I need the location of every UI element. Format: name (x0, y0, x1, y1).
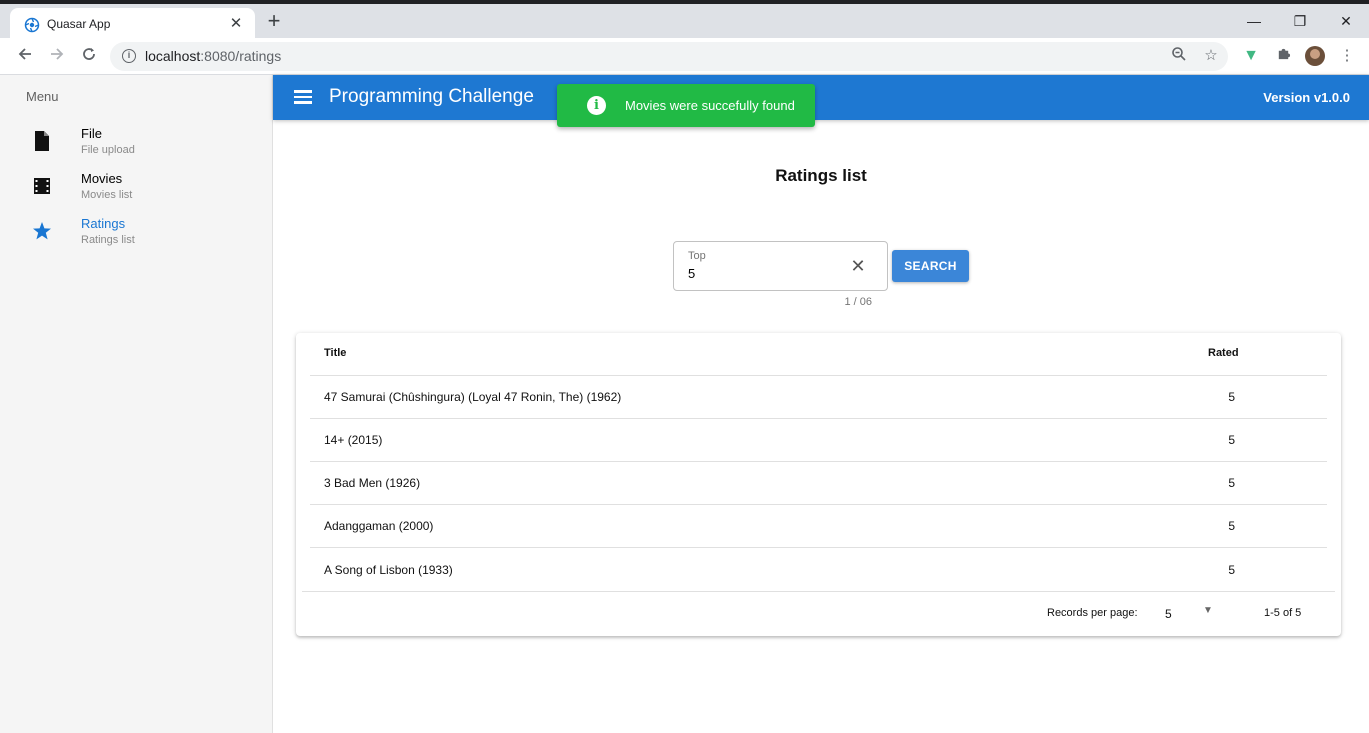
close-window-button[interactable]: ✕ (1323, 8, 1369, 34)
drawer-item-label: Ratings (81, 216, 126, 231)
drawer-item-caption: Movies list (81, 189, 133, 201)
cell-title: 3 Bad Men (1926) (324, 476, 421, 490)
drawer-item-movies[interactable]: Movies Movies list (0, 165, 272, 210)
browser-tab-title: Quasar App (47, 17, 111, 31)
zoom-icon[interactable] (1169, 46, 1189, 66)
quasar-logo-icon (24, 17, 40, 33)
table-footer: Records per page: 5 ▼ 1-5 of 5 (302, 591, 1335, 636)
page-title: Ratings list (775, 166, 867, 185)
table-row[interactable]: 3 Bad Men (1926) 5 (310, 461, 1327, 504)
cell-title: Adanggaman (2000) (324, 519, 434, 533)
cell-title: 47 Samurai (Chûshingura) (Loyal 47 Ronin… (324, 390, 622, 404)
browser-tab-bar: Quasar App ✕ + — ❐ ✕ (0, 0, 1369, 42)
app-header: Programming Challenge Version v1.0.0 (273, 75, 1369, 120)
cell-title: 14+ (2015) (324, 433, 383, 447)
drawer-header: Menu (26, 89, 59, 104)
address-bar[interactable]: i localhost:8080/ratings ☆ (110, 42, 1228, 71)
info-icon: i (587, 96, 606, 115)
close-tab-icon[interactable]: ✕ (225, 13, 247, 35)
vue-devtools-icon[interactable]: ▼ (1241, 46, 1261, 66)
ratings-table: Title Rated 47 Samurai (Chûshingura) (Lo… (296, 333, 1341, 636)
top-field[interactable]: Top ✕ (673, 241, 888, 291)
table-row[interactable]: 14+ (2015) 5 (310, 418, 1327, 461)
column-header-title[interactable]: Title (324, 347, 346, 359)
cell-rated: 5 (1228, 476, 1235, 490)
site-info-icon[interactable]: i (122, 49, 136, 63)
pagination-range: 1-5 of 5 (1264, 607, 1302, 619)
menu-icon[interactable] (294, 90, 312, 104)
browser-tab[interactable]: Quasar App ✕ (10, 8, 255, 42)
drawer-item-caption: File upload (81, 144, 135, 156)
forward-arrow-icon[interactable] (45, 44, 69, 68)
success-notification: i Movies were succefully found (557, 84, 815, 127)
search-button[interactable]: SEARCH (892, 250, 969, 282)
drawer-item-label: File (81, 126, 102, 141)
extensions-puzzle-icon[interactable] (1273, 46, 1293, 66)
column-header-rated[interactable]: Rated (1208, 347, 1239, 359)
cell-rated: 5 (1228, 390, 1235, 404)
app-version: Version v1.0.0 (1263, 90, 1350, 105)
cell-title: A Song of Lisbon (1933) (324, 563, 453, 577)
chevron-down-icon[interactable]: ▼ (1203, 605, 1213, 616)
star-icon (33, 222, 51, 240)
drawer-item-ratings[interactable]: Ratings Ratings list (0, 210, 272, 255)
movie-icon (34, 178, 50, 194)
field-counter: 1 / 06 (844, 296, 872, 308)
reload-icon[interactable] (77, 44, 101, 68)
table-row[interactable]: A Song of Lisbon (1933) 5 (310, 547, 1327, 591)
url-text: localhost:8080/ratings (145, 48, 282, 64)
top-field-label: Top (688, 250, 706, 262)
browser-toolbar: i localhost:8080/ratings ☆ ▼ ⋮ (0, 38, 1369, 75)
clear-icon[interactable]: ✕ (847, 255, 869, 277)
profile-avatar[interactable] (1305, 46, 1325, 66)
browser-menu-icon[interactable]: ⋮ (1337, 46, 1357, 66)
table-row[interactable]: Adanggaman (2000) 5 (310, 504, 1327, 547)
new-tab-button[interactable]: + (262, 10, 286, 34)
cell-rated: 5 (1228, 519, 1235, 533)
notification-message: Movies were succefully found (625, 98, 795, 113)
drawer-item-caption: Ratings list (81, 234, 135, 246)
file-icon (35, 131, 49, 151)
records-per-page-select[interactable]: 5 (1165, 607, 1172, 621)
back-arrow-icon[interactable] (13, 44, 37, 68)
cell-rated: 5 (1228, 433, 1235, 447)
minimize-window-button[interactable]: — (1231, 8, 1277, 34)
app-title: Programming Challenge (329, 86, 534, 107)
records-per-page-label: Records per page: (1047, 607, 1138, 619)
top-input[interactable] (688, 266, 838, 281)
drawer-item-label: Movies (81, 171, 123, 186)
table-row[interactable]: 47 Samurai (Chûshingura) (Loyal 47 Ronin… (310, 375, 1327, 418)
side-drawer: Menu File File upload Movies Movies list… (0, 75, 273, 733)
drawer-item-file[interactable]: File File upload (0, 120, 272, 165)
cell-rated: 5 (1228, 563, 1235, 577)
bookmark-star-icon[interactable]: ☆ (1201, 46, 1221, 66)
restore-window-button[interactable]: ❐ (1277, 8, 1323, 34)
